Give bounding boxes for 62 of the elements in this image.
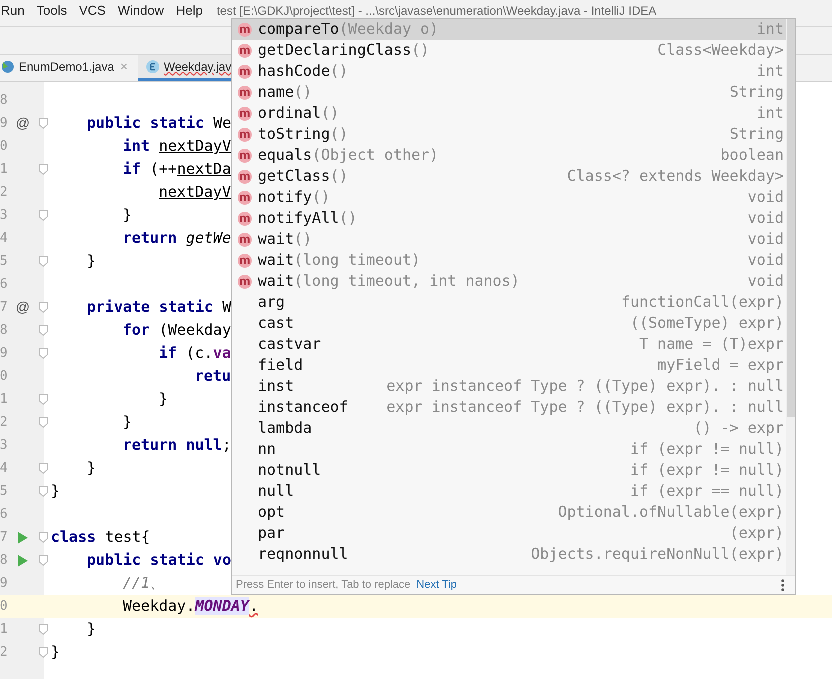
code-line: } [159,389,168,410]
hint-text: Press Enter to insert, Tab to replace [236,578,411,593]
line-number: 9 [0,114,9,133]
line-number: 7 [0,528,9,547]
line-number: 1 [0,620,9,639]
method-icon: m [238,128,252,142]
code-line: nextDayV [159,182,232,204]
line-number: 3 [0,436,9,455]
line-number: 4 [0,460,9,478]
method-icon: m [238,64,252,78]
code-line: if (++nextDa [123,159,232,180]
code-line: return null; [123,435,232,456]
code-line: } [87,619,96,640]
code-line: } [123,412,132,434]
method-icon: m [238,44,252,58]
code-line: } [87,458,96,480]
code-line: int nextDayV [123,136,232,158]
code-line: class test{ [51,527,150,548]
line-number: 1 [0,160,9,179]
code-line: } [51,481,60,502]
line-number: 9 [0,344,9,363]
line-number: 0 [0,138,9,156]
line-number: 1 [0,390,9,409]
line-number: 5 [0,252,9,271]
code-line: retu [195,366,232,388]
code-line: } [87,251,96,272]
line-number: 2 [0,644,9,662]
line-number: 8 [0,322,9,340]
code-line: public static vo [87,550,232,572]
code-line: Weekday.MONDAY. [123,596,258,618]
line-number: 3 [0,206,9,225]
line-number: 9 [0,574,9,593]
line-number: 2 [0,414,9,432]
window-title: test [E:\GDKJ\project\test] - ...\src\javase\enumeration\Weekday.java - IntelliJ IDEA [216,4,657,18]
line-number: 8 [0,92,9,110]
method-icon: m [238,190,252,204]
code-line: return getWe [123,228,232,250]
line-number: 4 [0,230,9,248]
method-icon: m [238,148,252,162]
line-number: 0 [0,598,9,616]
line-number: 8 [0,552,9,570]
code-line: public static We [87,113,232,134]
line-number: 2 [0,184,9,202]
code-line: if (c.va [159,343,232,364]
code-line: } [123,205,132,226]
method-icon: m [238,232,252,246]
method-icon: m [238,274,252,288]
line-number: 6 [0,506,9,524]
method-icon: m [238,22,252,36]
code-line: for (Weekday [123,320,232,342]
code-comment: //1、 [123,573,166,594]
code-line: } [51,642,60,664]
method-icon: m [238,212,252,226]
method-icon: m [238,170,252,184]
line-number: 6 [0,276,9,294]
method-icon: m [238,106,252,120]
code-line: private static W [87,297,232,318]
method-icon: m [238,86,252,100]
method-icon: m [238,254,252,268]
line-number: 0 [0,368,9,386]
line-number: 7 [0,298,9,317]
line-number: 5 [0,482,9,501]
